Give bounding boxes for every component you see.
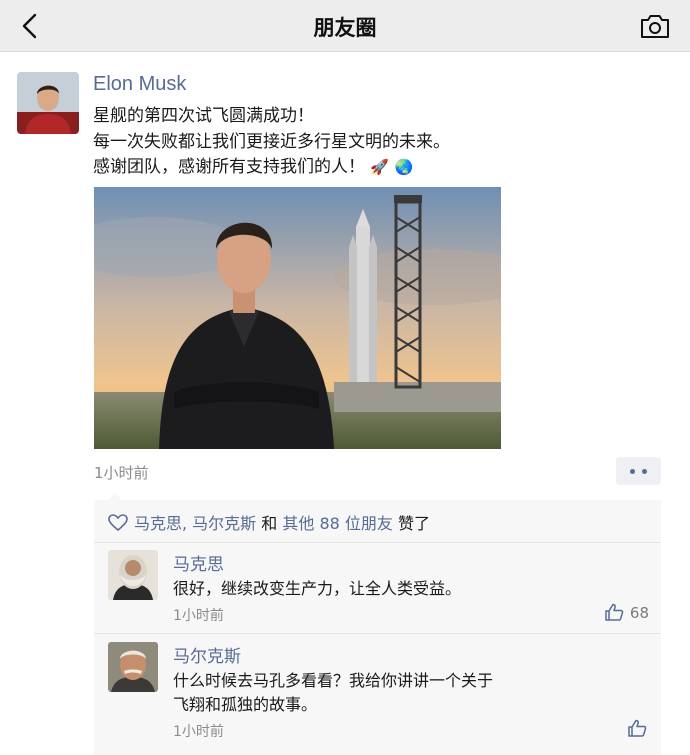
comment-text: 很好，继续改变生产力，让全人类受益。 bbox=[173, 579, 462, 598]
comment-like-count: 68 bbox=[629, 604, 649, 622]
comment-author[interactable]: 马克思 bbox=[173, 550, 224, 575]
dot-icon bbox=[642, 469, 647, 474]
thumbs-up-icon bbox=[605, 603, 624, 621]
more-options-button[interactable] bbox=[616, 457, 661, 485]
rocket-emoji: 🚀 bbox=[370, 158, 390, 176]
post-time: 1小时前 bbox=[94, 464, 149, 482]
comment-text-line: 飞翔和孤独的故事。 bbox=[173, 695, 318, 714]
comment-like-button[interactable]: 68 bbox=[604, 603, 649, 622]
post-photo[interactable] bbox=[94, 187, 501, 449]
divider bbox=[94, 542, 661, 543]
likes-others[interactable]: 其他 88 位朋友 bbox=[282, 514, 393, 533]
post-body: 星舰的第四次试飞圆满成功！ 每一次失败都让我们更接近多行星文明的未来。 感谢团队… bbox=[93, 104, 450, 181]
commenter-avatar-marx[interactable] bbox=[108, 550, 158, 600]
thumbs-up-icon bbox=[628, 719, 647, 737]
top-nav-bar: 朋友圈 bbox=[0, 0, 690, 52]
comment-time: 1小时前 bbox=[173, 724, 224, 740]
post-line: 感谢团队，感谢所有支持我们的人！ 🚀 🌏 bbox=[93, 155, 450, 181]
author-avatar[interactable] bbox=[17, 72, 79, 134]
post-line-text: 感谢团队，感谢所有支持我们的人！ bbox=[93, 157, 365, 177]
page-title: 朋友圈 bbox=[313, 16, 377, 40]
comment-text-line: 什么时候去马孔多看看？我给你讲讲一个关于 bbox=[173, 671, 494, 690]
post-line: 星舰的第四次试飞圆满成功！ bbox=[93, 106, 314, 126]
post-line: 每一次失败都让我们更接近多行星文明的未来。 bbox=[93, 131, 450, 152]
camera-icon[interactable] bbox=[640, 13, 670, 39]
dot-icon bbox=[630, 469, 635, 474]
liker-names[interactable]: 马克思, 马尔克斯 bbox=[134, 514, 256, 533]
divider bbox=[94, 633, 661, 634]
likes-and-text: 和 bbox=[256, 514, 283, 533]
likes-row: 马克思, 马尔克斯 和 其他 88 位朋友 赞了 bbox=[108, 510, 430, 534]
likes-and-comments: 马克思, 马尔克斯 和 其他 88 位朋友 赞了 马克思 很好，继续改变生产力，… bbox=[94, 493, 661, 755]
commenter-avatar-marquez[interactable] bbox=[108, 642, 158, 692]
comment-like-button[interactable] bbox=[627, 719, 647, 741]
globe-emoji: 🌏 bbox=[394, 158, 414, 176]
post-author-name[interactable]: Elon Musk bbox=[93, 73, 186, 96]
likes-suffix: 赞了 bbox=[392, 514, 431, 533]
comment-time: 1小时前 bbox=[173, 608, 224, 624]
comment-text: 什么时候去马孔多看看？我给你讲讲一个关于 飞翔和孤独的故事。 bbox=[173, 669, 493, 717]
comment-author[interactable]: 马尔克斯 bbox=[173, 642, 241, 667]
heart-icon bbox=[108, 514, 128, 532]
